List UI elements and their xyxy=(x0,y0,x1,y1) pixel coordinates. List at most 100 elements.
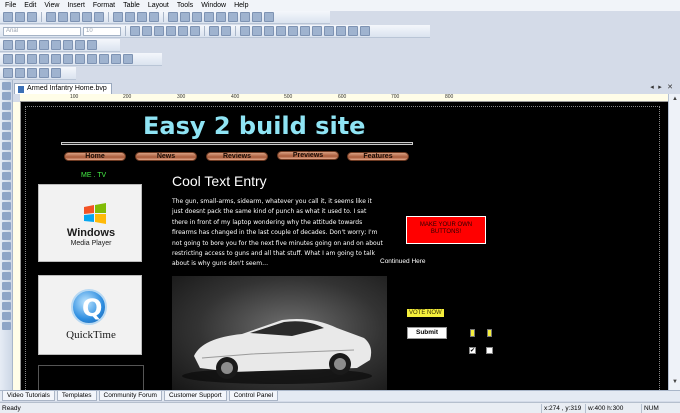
text-tool-icon[interactable] xyxy=(2,92,11,100)
picture-tool-icon[interactable] xyxy=(2,102,11,110)
button-tool-icon[interactable] xyxy=(252,26,262,36)
page-properties-icon[interactable] xyxy=(27,68,37,78)
checkbox-tool-icon[interactable] xyxy=(276,26,286,36)
split-cells-icon[interactable] xyxy=(63,40,73,50)
insert-image-icon[interactable] xyxy=(125,12,135,22)
tab-next-button[interactable]: ▸ xyxy=(656,84,664,92)
html-box-tool-icon[interactable] xyxy=(2,282,11,290)
form-tool-icon[interactable] xyxy=(2,152,11,160)
rss-tool-icon[interactable] xyxy=(2,272,11,280)
italic-icon[interactable] xyxy=(142,26,152,36)
submit-tool-icon[interactable] xyxy=(312,26,322,36)
more-tools-icon[interactable] xyxy=(2,322,11,330)
list-icon[interactable] xyxy=(204,12,214,22)
article-text[interactable]: The gun, small-arms, sidearm, whatever y… xyxy=(172,197,383,270)
checkbox-unchecked[interactable] xyxy=(486,347,493,354)
paste-icon[interactable] xyxy=(70,12,80,22)
align-objects-icon[interactable] xyxy=(99,54,109,64)
insert-text-icon[interactable] xyxy=(113,12,123,22)
audio-palette-icon[interactable] xyxy=(2,202,11,210)
publish-icon[interactable] xyxy=(264,12,274,22)
menu-insert[interactable]: Insert xyxy=(67,2,85,9)
checkbox-checked[interactable]: ✔ xyxy=(469,347,476,354)
vote-now-label[interactable]: VOTE NOW xyxy=(407,309,444,317)
button-palette-icon[interactable] xyxy=(2,162,11,170)
border-icon[interactable] xyxy=(51,54,61,64)
new-file-icon[interactable] xyxy=(3,12,13,22)
cut-icon[interactable] xyxy=(46,12,56,22)
radio-tool-icon[interactable] xyxy=(288,26,298,36)
group-icon[interactable] xyxy=(111,54,121,64)
scroll-down-icon[interactable]: ▼ xyxy=(671,379,679,387)
menu-tool-icon[interactable] xyxy=(2,172,11,180)
paypal-tool-icon[interactable] xyxy=(2,262,11,270)
link-tool-icon[interactable] xyxy=(2,132,11,140)
open-file-icon[interactable] xyxy=(15,12,25,22)
nav-button-home[interactable]: Home xyxy=(64,152,126,161)
copy-icon[interactable] xyxy=(58,12,68,22)
underline-icon[interactable] xyxy=(154,26,164,36)
marquee-tool-icon[interactable] xyxy=(2,302,11,310)
iframe-tool-icon[interactable] xyxy=(2,292,11,300)
align-center-icon[interactable] xyxy=(178,26,188,36)
menu-tools[interactable]: Tools xyxy=(177,2,193,9)
insert-row-icon[interactable] xyxy=(3,40,13,50)
windows-media-player-logo[interactable]: Windows Media Player xyxy=(38,184,142,262)
audio-tool-icon[interactable] xyxy=(360,26,370,36)
tab-customer-support[interactable]: Customer Support xyxy=(163,391,227,401)
html-code-icon[interactable] xyxy=(15,68,25,78)
flash-tool-icon[interactable] xyxy=(336,26,346,36)
draw-box-icon[interactable] xyxy=(180,12,190,22)
media-label[interactable]: ME . TV xyxy=(81,172,106,179)
title-divider[interactable] xyxy=(61,142,413,145)
effect-icon[interactable] xyxy=(63,54,73,64)
align-right-icon[interactable] xyxy=(190,26,200,36)
color-icon[interactable] xyxy=(228,12,238,22)
design-canvas[interactable]: Easy 2 build site Home News Reviews Prev… xyxy=(21,102,668,390)
video-palette-icon[interactable] xyxy=(2,192,11,200)
tab-control-panel[interactable]: Control Panel xyxy=(228,391,279,401)
menu-table[interactable]: Table xyxy=(123,2,140,9)
tab-templates[interactable]: Templates xyxy=(56,391,97,401)
font-size-select[interactable]: 10 xyxy=(83,26,121,36)
undo-icon[interactable] xyxy=(82,12,92,22)
menu-view[interactable]: View xyxy=(44,2,59,9)
table-tool-icon[interactable] xyxy=(2,142,11,150)
menu-help[interactable]: Help xyxy=(234,2,248,9)
menu-edit[interactable]: Edit xyxy=(24,2,36,9)
resize-icon[interactable] xyxy=(87,54,97,64)
bottom-placeholder-box[interactable] xyxy=(38,365,144,390)
calendar-tool-icon[interactable] xyxy=(2,232,11,240)
nav-button-features[interactable]: Features xyxy=(347,152,409,161)
preview-icon[interactable] xyxy=(252,12,262,22)
slideshow-tool-icon[interactable] xyxy=(2,212,11,220)
bold-icon[interactable] xyxy=(130,26,140,36)
shadow-icon[interactable] xyxy=(39,54,49,64)
tab-community-forum[interactable]: Community Forum xyxy=(98,391,162,401)
counter-tool-icon[interactable] xyxy=(2,242,11,250)
poll-option-2[interactable] xyxy=(487,329,492,337)
guestbook-tool-icon[interactable] xyxy=(2,312,11,320)
lock-icon[interactable] xyxy=(123,54,133,64)
poll-option-1[interactable] xyxy=(470,329,475,337)
select-pointer-icon[interactable] xyxy=(168,12,178,22)
delete-row-icon[interactable] xyxy=(27,40,37,50)
pointer-tool-icon[interactable] xyxy=(2,82,11,90)
image-tool-icon[interactable] xyxy=(240,26,250,36)
shape-tool-icon[interactable] xyxy=(2,112,11,120)
menu-layout[interactable]: Layout xyxy=(148,2,169,9)
refresh-icon[interactable] xyxy=(3,68,13,78)
upload-icon[interactable] xyxy=(51,68,61,78)
insert-column-icon[interactable] xyxy=(15,40,25,50)
form-icon[interactable] xyxy=(192,12,202,22)
bring-front-icon[interactable] xyxy=(3,54,13,64)
line-tool-icon[interactable] xyxy=(2,122,11,130)
text-color-icon[interactable] xyxy=(209,26,219,36)
nav-button-previews[interactable]: Previews xyxy=(277,151,339,160)
media-icon[interactable] xyxy=(240,12,250,22)
email-tool-icon[interactable] xyxy=(324,26,334,36)
textbox-tool-icon[interactable] xyxy=(264,26,274,36)
align-left-icon[interactable] xyxy=(166,26,176,36)
crop-icon[interactable] xyxy=(75,54,85,64)
table-properties-icon[interactable] xyxy=(87,40,97,50)
